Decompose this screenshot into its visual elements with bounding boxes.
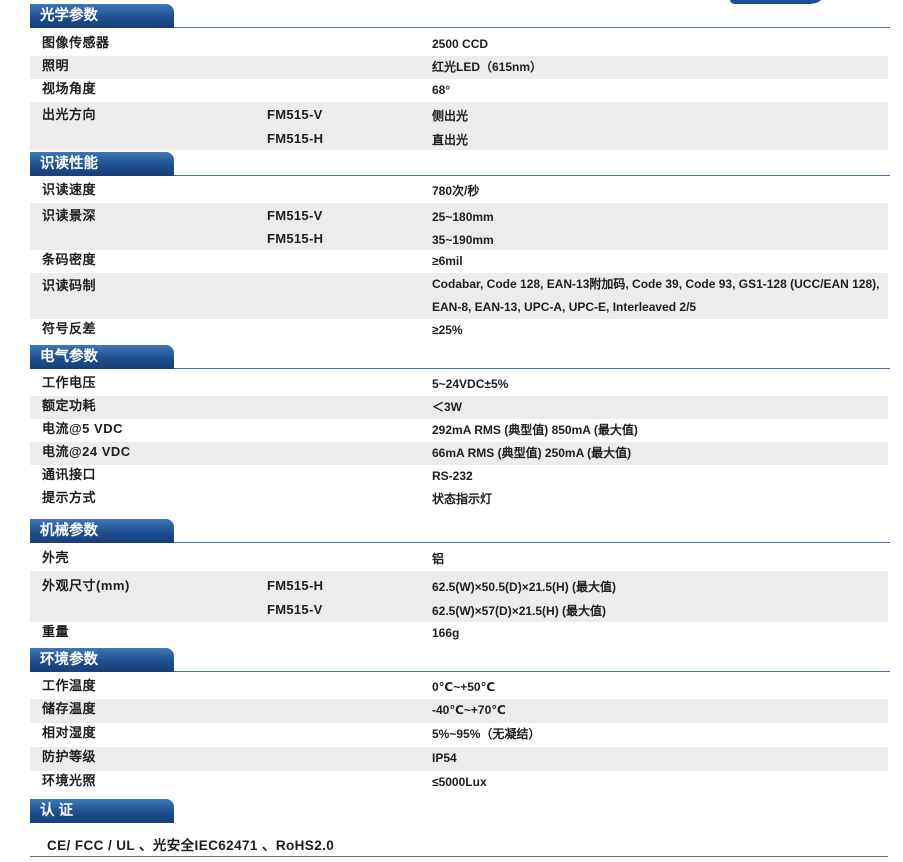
spec-row: 出光方向 FM515-V 侧出光 FM515-H 直出光 xyxy=(30,102,888,150)
section-header-certification: 认 证 xyxy=(30,799,890,825)
spec-value: 292mA RMS (典型值) 850mA (最大值) xyxy=(432,423,638,437)
spec-row: 电流@24 VDC 66mA RMS (典型值) 250mA (最大值) xyxy=(30,442,888,465)
spec-value: 2500 CCD xyxy=(432,37,489,51)
spec-label: 出光方向 xyxy=(42,107,97,122)
spec-label: 图像传感器 xyxy=(42,35,110,50)
model-name: FM515-H xyxy=(267,231,324,246)
spec-label: 工作电压 xyxy=(42,375,97,390)
spec-value: IP54 xyxy=(432,751,457,765)
certification-divider xyxy=(30,856,888,857)
spec-row: 工作温度 0℃~+50℃ xyxy=(30,676,888,699)
spec-row: 识读码制 Codabar, Code 128, EAN-13附加码, Code 3… xyxy=(30,273,888,319)
spec-row: 识读景深 FM515-V 25~180mm FM515-H 35~190mm xyxy=(30,203,888,250)
section-divider xyxy=(174,175,890,176)
section-header-electrical: 电气参数 xyxy=(30,345,890,371)
spec-row: 工作电压 5~24VDC±5% xyxy=(30,373,888,396)
section-title-environment: 环境参数 xyxy=(30,648,174,672)
section-divider xyxy=(174,27,890,28)
section-title-mechanical: 机械参数 xyxy=(30,519,174,543)
spec-value: ≤5000Lux xyxy=(432,775,487,789)
spec-label: 照明 xyxy=(42,58,70,73)
spec-label: 外观尺寸(mm) xyxy=(42,578,130,593)
spec-value: -40℃~+70℃ xyxy=(432,703,506,717)
spec-value: 66mA RMS (典型值) 250mA (最大值) xyxy=(432,446,632,460)
model-name: FM515-V xyxy=(267,107,323,122)
spec-label: 提示方式 xyxy=(42,490,97,505)
certification-text: CE/ FCC / UL 、光安全IEC62471 、RoHS2.0 xyxy=(47,838,335,853)
section-header-mechanical: 机械参数 xyxy=(30,519,890,545)
spec-label: 工作温度 xyxy=(42,678,97,693)
spec-row: 相对湿度 5%~95%（无凝结） xyxy=(30,723,888,747)
spec-label: 重量 xyxy=(42,624,70,639)
section-header-environment: 环境参数 xyxy=(30,648,890,674)
spec-row: 条码密度 ≥6mil xyxy=(30,250,888,273)
spec-value: 状态指示灯 xyxy=(432,492,493,506)
spec-value: 25~180mm xyxy=(432,210,494,224)
model-name: FM515-H xyxy=(267,131,324,146)
spec-value: 68° xyxy=(432,83,451,97)
spec-value: Codabar, Code 128, EAN-13附加码, Code 39, C… xyxy=(432,277,880,314)
model-name: FM515-V xyxy=(267,602,323,617)
section-divider xyxy=(174,671,890,672)
spec-value: 780次/秒 xyxy=(432,184,480,198)
spec-row: 外观尺寸(mm) FM515-H 62.5(W)×50.5(D)×21.5(H) (… xyxy=(30,571,888,622)
spec-row: 通讯接口 RS-232 xyxy=(30,465,888,488)
section-divider xyxy=(174,368,890,369)
spec-row: 重量 166g xyxy=(30,622,888,645)
spec-value: 5%~95%（无凝结） xyxy=(432,727,541,741)
model-name: FM515-V xyxy=(267,208,323,223)
spec-label: 相对湿度 xyxy=(42,725,97,740)
spec-value: ＜3W xyxy=(432,400,463,414)
model-name: FM515-H xyxy=(267,578,324,593)
spec-value: 35~190mm xyxy=(432,233,494,247)
spec-label: 识读速度 xyxy=(42,182,97,197)
spec-value: 0℃~+50℃ xyxy=(432,680,496,694)
spec-row: 识读速度 780次/秒 xyxy=(30,180,888,203)
spec-label: 视场角度 xyxy=(42,81,97,96)
spec-value: ≥25% xyxy=(432,323,463,337)
spec-row: 外壳 铝 xyxy=(30,548,888,571)
section-header-reading: 识读性能 xyxy=(30,152,890,178)
spec-row: 储存温度 -40℃~+70℃ xyxy=(30,699,888,723)
section-title-certification: 认 证 xyxy=(30,799,174,823)
spec-value: 侧出光 xyxy=(432,109,469,123)
spec-label: 识读码制 xyxy=(42,278,97,293)
spec-value: 62.5(W)×50.5(D)×21.5(H) (最大值) xyxy=(432,580,617,594)
spec-value: 5~24VDC±5% xyxy=(432,377,509,391)
section-title-optical: 光学参数 xyxy=(30,4,174,28)
spec-label: 额定功耗 xyxy=(42,398,97,413)
spec-row: 额定功耗 ＜3W xyxy=(30,396,888,419)
spec-label: 识读景深 xyxy=(42,208,97,223)
spec-label: 符号反差 xyxy=(42,321,97,336)
spec-row: 符号反差 ≥25% xyxy=(30,319,888,342)
section-divider xyxy=(174,542,890,543)
spec-row: 照明 红光LED（615nm） xyxy=(30,56,888,79)
spec-row: 图像传感器 2500 CCD xyxy=(30,33,888,56)
spec-row: 防护等级 IP54 xyxy=(30,747,888,771)
spec-label: 通讯接口 xyxy=(42,467,97,482)
spec-label: 外壳 xyxy=(42,550,70,565)
spec-row: 提示方式 状态指示灯 xyxy=(30,488,888,511)
spec-label: 防护等级 xyxy=(42,749,97,764)
spec-value: 红光LED（615nm） xyxy=(432,60,543,74)
spec-value: ≥6mil xyxy=(432,254,463,268)
section-title-reading: 识读性能 xyxy=(30,152,174,176)
spec-value: 62.5(W)×57(D)×21.5(H) (最大值) xyxy=(432,604,607,618)
spec-label: 电流@5 VDC xyxy=(42,421,123,436)
spec-label: 条码密度 xyxy=(42,252,97,267)
spec-label: 电流@24 VDC xyxy=(42,444,131,459)
spec-label: 储存温度 xyxy=(42,701,97,716)
section-title-electrical: 电气参数 xyxy=(30,345,174,369)
section-header-optical: 光学参数 xyxy=(30,4,890,30)
spec-row: 电流@5 VDC 292mA RMS (典型值) 850mA (最大值) xyxy=(30,419,888,442)
spec-row: 环境光照 ≤5000Lux xyxy=(30,771,888,794)
spec-value: 166g xyxy=(432,626,460,640)
spec-label: 环境光照 xyxy=(42,773,97,788)
spec-value: 直出光 xyxy=(432,133,469,147)
spec-row: 视场角度 68° xyxy=(30,79,888,102)
spec-value: 铝 xyxy=(432,552,445,566)
spec-sheet: 光学参数图像传感器 2500 CCD 照明 红光LED（615nm） 视场角度 68° 出光… xyxy=(0,0,903,862)
spec-value: RS-232 xyxy=(432,469,473,483)
